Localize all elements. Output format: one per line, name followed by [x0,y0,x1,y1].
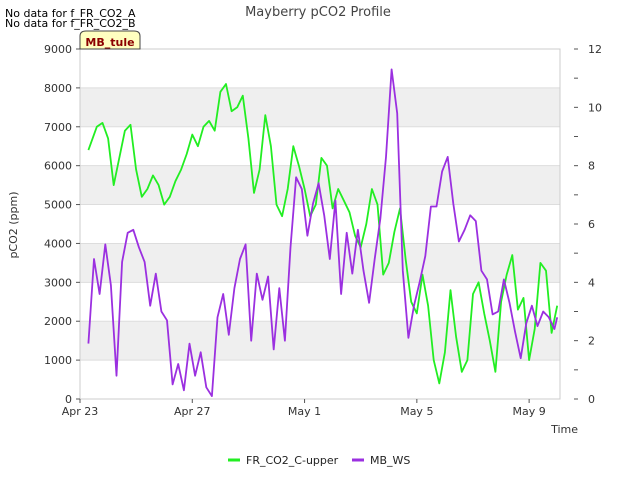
x-axis-title: Time [550,423,578,436]
grid-bands [80,48,560,400]
y2-tick-label: 10 [588,101,602,114]
y2-tick-label: 0 [588,393,595,406]
x-tick-label: Apr 23 [62,405,99,418]
legend-label: MB_WS [370,454,410,467]
x-tick-label: May 1 [288,405,321,418]
chart: 0 1000 2000 3000 4000 5000 6000 7000 8000 9000 0 2… [7,5,602,467]
y-tick-label: 2000 [44,315,72,328]
x-tick-label: Apr 27 [174,405,211,418]
y2-tick-label: 4 [588,276,595,289]
x-tick-label: May 5 [400,405,433,418]
y-tick-label: 3000 [44,276,72,289]
site-tag: MB_tule [79,30,141,50]
grid-band [80,87,560,127]
y2-tick-label: 6 [588,218,595,231]
grid-band [80,321,560,361]
chart-title: Mayberry pCO2 Profile [245,5,391,20]
y-tick-label: 5000 [44,199,72,212]
y-axis-right: 0 2 4 6 8 10 12 [574,43,602,406]
y-axis-left: 0100020003000400050006000700080009000 [44,43,80,406]
y-tick-label: 1000 [44,354,72,367]
y-tick-label: 9000 [44,43,72,56]
y2-tick-label: 2 [588,335,595,348]
y-tick-label: 6000 [44,160,72,173]
y-tick-label: 8000 [44,82,72,95]
y-tick-label: 4000 [44,237,72,250]
y-axis-title: pCO2 (ppm) [7,191,20,258]
y2-tick-label: 12 [588,43,602,56]
x-tick-label: May 9 [512,405,545,418]
x-axis: Apr 23 Apr 27 May 1 May 5 May 9 [62,399,546,418]
y-tick-label: 7000 [44,121,72,134]
legend-label: FR_CO2_C-upper [246,454,339,467]
legend: FR_CO2_C-upper MB_WS [228,454,410,467]
grid-band [80,243,560,283]
y2-tick-label: 8 [588,160,595,173]
site-tag-label: MB_tule [85,36,134,49]
